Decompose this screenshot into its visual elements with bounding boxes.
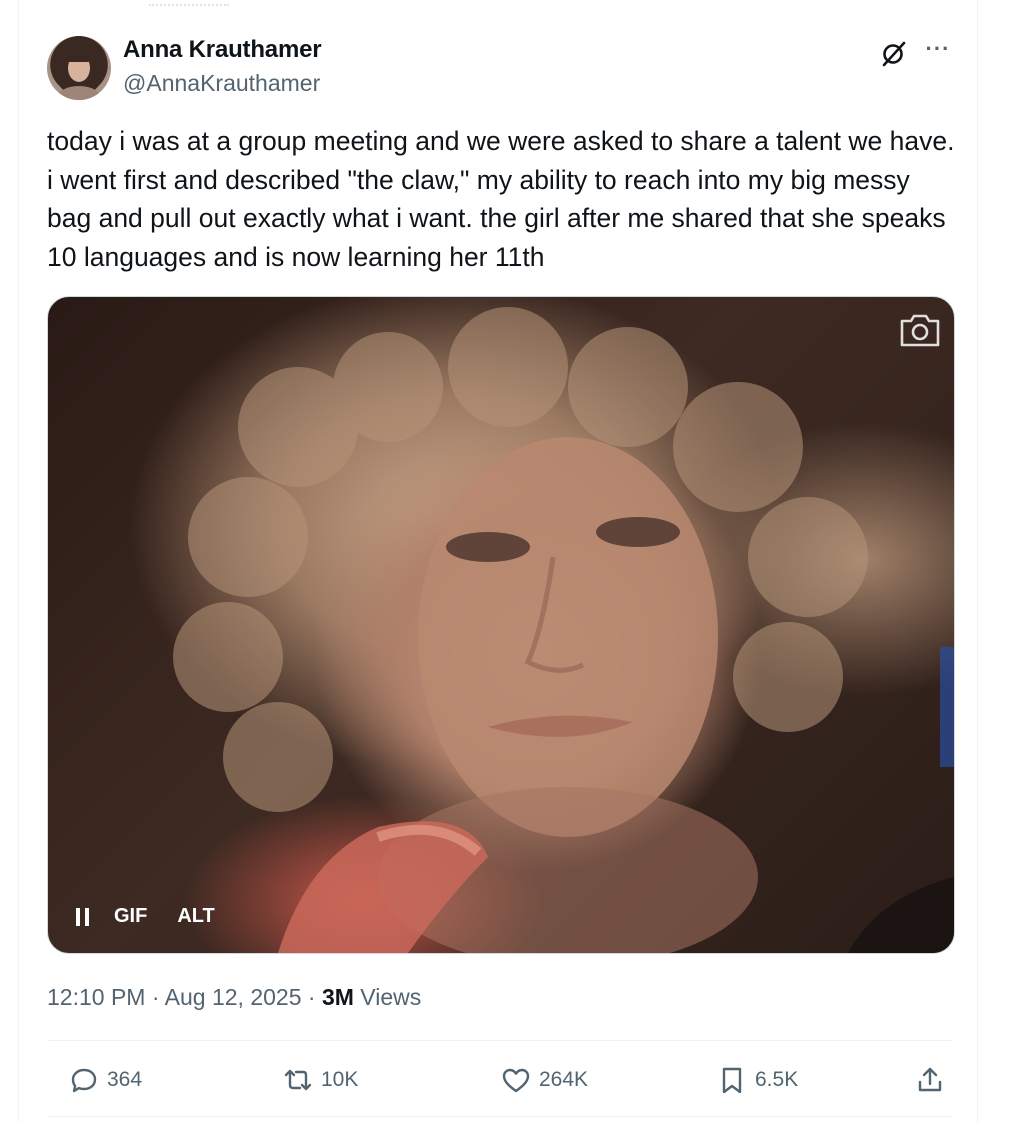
bookmark-icon: [722, 1067, 742, 1094]
reply-icon: [71, 1068, 97, 1093]
separator: ·: [151, 984, 160, 1010]
separator: ·: [307, 984, 316, 1010]
tweet-card: Anna Krauthamer @AnnaKrauthamer ··· toda…: [18, 0, 978, 1122]
more-options-icon[interactable]: ···: [923, 36, 953, 66]
divider: [47, 1040, 953, 1041]
repost-button[interactable]: 10K: [283, 1060, 358, 1100]
gif-controls: GIF ALT: [74, 905, 215, 928]
pause-icon[interactable]: [74, 906, 92, 928]
bookmark-count: 6.5K: [755, 1068, 799, 1091]
camera-icon[interactable]: [898, 311, 942, 349]
like-count: 264K: [539, 1068, 589, 1091]
share-icon: [918, 1067, 942, 1092]
views-count[interactable]: 3M: [322, 984, 354, 1010]
reply-button[interactable]: 364: [69, 1060, 142, 1100]
reply-count: 364: [107, 1068, 143, 1091]
grok-icon[interactable]: [879, 38, 909, 68]
alt-badge[interactable]: ALT: [177, 905, 214, 928]
gif-frame: [173, 307, 954, 953]
repost-icon: [284, 1069, 312, 1091]
bottom-divider: [47, 1116, 953, 1117]
views-label: Views: [360, 984, 422, 1010]
share-button[interactable]: [915, 1060, 953, 1100]
author-handle[interactable]: @AnnaKrauthamer: [123, 70, 320, 97]
tweet-text: today i was at a group meeting and we we…: [47, 126, 962, 272]
bookmark-button[interactable]: 6.5K: [717, 1060, 798, 1100]
heart-icon: [502, 1068, 530, 1093]
tweet-date[interactable]: Aug 12, 2025: [165, 984, 302, 1010]
gif-media[interactable]: GIF ALT: [47, 296, 955, 954]
like-button[interactable]: 264K: [501, 1060, 588, 1100]
tweet-timestamp: 12:10 PM · Aug 12, 2025 · 3M Views: [47, 984, 421, 1011]
author-display-name[interactable]: Anna Krauthamer: [123, 36, 322, 64]
gif-badge: GIF: [114, 905, 148, 927]
avatar-image: [53, 36, 105, 100]
top-divider: [149, 0, 229, 6]
repost-count: 10K: [321, 1068, 359, 1091]
action-bar: 364 10K 264K 6.5K: [47, 1060, 953, 1104]
avatar[interactable]: [47, 36, 111, 100]
tweet-time[interactable]: 12:10 PM: [47, 984, 145, 1010]
